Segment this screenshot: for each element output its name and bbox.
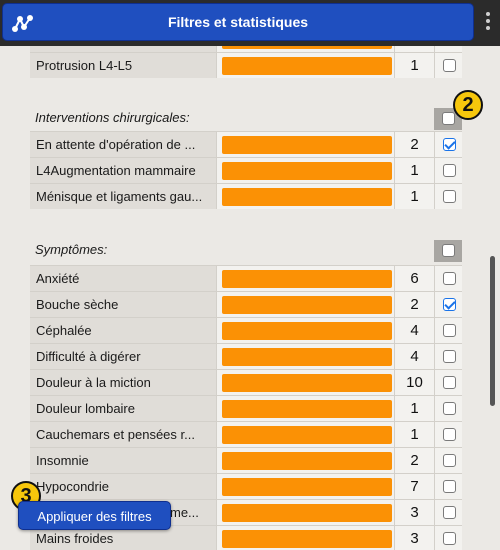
row-label: Douleur lombaire — [30, 396, 216, 421]
count-bar — [222, 374, 392, 392]
row-count: 1 — [394, 184, 434, 209]
count-bar — [222, 162, 392, 180]
row-label: L4Augmentation mammaire — [30, 158, 216, 183]
row-checkbox[interactable] — [443, 190, 456, 203]
row-checkbox[interactable] — [443, 454, 456, 467]
filters-panel: Protrusion L4-L5 1 Interventions chirurg… — [0, 46, 500, 550]
row-label: Insomnie — [30, 448, 216, 473]
row-count: 2 — [394, 132, 434, 157]
row-count: 1 — [394, 422, 434, 447]
row-count: 2 — [394, 448, 434, 473]
count-bar — [222, 46, 392, 49]
count-bar — [222, 57, 392, 75]
row-label: Protrusion L4-L5 — [30, 53, 216, 78]
row-count: 1 — [394, 396, 434, 421]
count-bar — [222, 504, 392, 522]
count-bar — [222, 478, 392, 496]
row-label: En attente d'opération de ... — [30, 132, 216, 157]
row-count: 3 — [394, 500, 434, 525]
row-checkbox[interactable] — [443, 59, 456, 72]
table-row: En attente d'opération de ... 2 — [30, 131, 462, 157]
row-checkbox[interactable] — [443, 428, 456, 441]
row-label: Céphalée — [30, 318, 216, 343]
table-row: Céphalée 4 — [30, 317, 462, 343]
count-bar — [222, 530, 392, 548]
row-checkbox[interactable] — [443, 532, 456, 545]
row-count: 4 — [394, 318, 434, 343]
row-checkbox[interactable] — [443, 272, 456, 285]
window-title: Filtres et statistiques — [167, 14, 309, 30]
row-checkbox[interactable] — [443, 138, 456, 151]
row-label: Bouche sèche — [30, 292, 216, 317]
row-checkbox[interactable] — [443, 164, 456, 177]
count-bar — [222, 188, 392, 206]
row-count: 4 — [394, 344, 434, 369]
row-checkbox[interactable] — [443, 376, 456, 389]
table-row: Bouche sèche 2 — [30, 291, 462, 317]
row-count: 1 — [394, 53, 434, 78]
table-row: Insomnie 2 — [30, 447, 462, 473]
section-title-interventions: Interventions chirurgicales: — [35, 110, 190, 125]
title-bar: Filtres et statistiques — [0, 0, 500, 46]
table-row: Anxiété 6 — [30, 265, 462, 291]
row-count: 2 — [394, 292, 434, 317]
apply-filters-button[interactable]: Appliquer des filtres — [18, 501, 171, 530]
count-bar — [222, 452, 392, 470]
row-label: Anxiété — [30, 266, 216, 291]
table-row: Douleur lombaire 1 — [30, 395, 462, 421]
row-checkbox[interactable] — [443, 506, 456, 519]
row-checkbox[interactable] — [443, 298, 456, 311]
row-count: 7 — [394, 474, 434, 499]
count-bar — [222, 426, 392, 444]
row-checkbox[interactable] — [443, 480, 456, 493]
table-row: Douleur à la miction 10 — [30, 369, 462, 395]
row-count: 1 — [394, 158, 434, 183]
row-label: Hypocondrie — [30, 474, 216, 499]
row-label: Difficulté à digérer — [30, 344, 216, 369]
count-bar — [222, 322, 392, 340]
table-row: L4Augmentation mammaire 1 — [30, 157, 462, 183]
row-checkbox[interactable] — [443, 324, 456, 337]
count-bar — [222, 400, 392, 418]
table-row: Hypocondrie 7 — [30, 473, 462, 499]
row-count: 3 — [394, 526, 434, 550]
section-title-symptomes: Symptômes: — [35, 242, 108, 257]
title-pill: Filtres et statistiques — [2, 3, 474, 41]
section-header-checkbox-cell — [434, 240, 462, 262]
row-checkbox[interactable] — [443, 350, 456, 363]
section-select-all-checkbox[interactable] — [442, 112, 455, 125]
count-bar — [222, 296, 392, 314]
table-row: Difficulté à digérer 4 — [30, 343, 462, 369]
kebab-menu-icon[interactable] — [484, 12, 492, 34]
table-row: Cauchemars et pensées r... 1 — [30, 421, 462, 447]
row-label: Cauchemars et pensées r... — [30, 422, 216, 447]
step-badge-2: 2 — [453, 90, 483, 120]
row-label: Ménisque et ligaments gau... — [30, 184, 216, 209]
row-checkbox[interactable] — [443, 402, 456, 415]
vertical-scrollbar[interactable] — [490, 256, 495, 406]
count-bar — [222, 136, 392, 154]
table-row: Ménisque et ligaments gau... 1 — [30, 183, 462, 209]
table-row: Protrusion L4-L5 1 — [30, 52, 462, 78]
row-label: Douleur à la miction — [30, 370, 216, 395]
row-count: 6 — [394, 266, 434, 291]
count-bar — [222, 348, 392, 366]
section-select-all-checkbox[interactable] — [442, 244, 455, 257]
row-count: 10 — [394, 370, 434, 395]
count-bar — [222, 270, 392, 288]
